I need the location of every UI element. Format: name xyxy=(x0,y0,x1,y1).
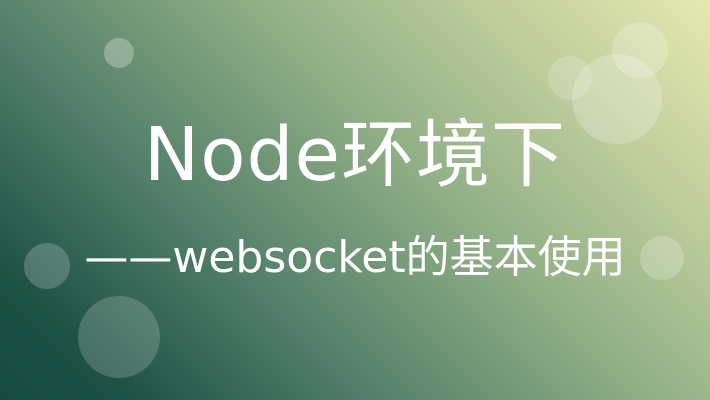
cover-subtitle: ——websocket的基本使用 xyxy=(84,232,626,283)
decorative-bubble xyxy=(548,56,592,100)
decorative-bubble xyxy=(612,22,668,78)
cover-banner: Node环境下 ——websocket的基本使用 xyxy=(0,0,710,400)
cover-title: Node环境下 xyxy=(143,112,567,198)
decorative-bubble xyxy=(104,38,134,68)
decorative-bubble xyxy=(78,296,160,378)
